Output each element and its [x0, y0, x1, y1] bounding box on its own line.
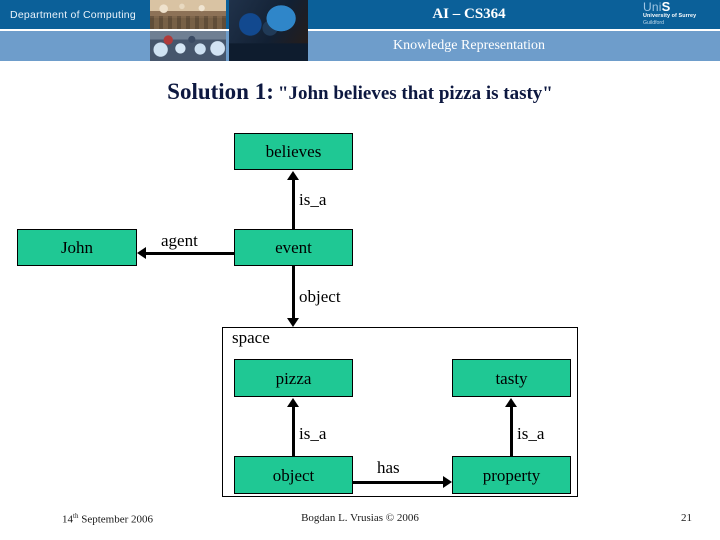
edge-label-object-has-property: has — [377, 458, 400, 477]
logo-location: Guildford — [643, 19, 665, 26]
node-tasty[interactable]: tasty — [452, 359, 571, 397]
node-tasty-label: tasty — [495, 368, 528, 388]
edge-line-event-isa-believes — [292, 179, 295, 229]
edge-label-event-agent-john: agent — [161, 231, 198, 250]
footer-author: Bogdan L. Vrusias © 2006 — [301, 512, 419, 524]
edge-line-object-has-property — [353, 481, 443, 484]
edge-line-event-agent-john — [146, 252, 234, 255]
node-property[interactable]: property — [452, 456, 571, 494]
node-event[interactable]: event — [234, 229, 353, 266]
logo-wordmark-prefix: Uni — [643, 0, 662, 14]
node-believes[interactable]: believes — [234, 133, 353, 170]
edge-line-property-isa-tasty — [510, 406, 513, 456]
edge-label-property-isa-tasty: is_a — [517, 424, 545, 443]
slide-canvas: Department of Computing AI – CS364 Knowl… — [0, 0, 720, 540]
department-label: Department of Computing — [10, 8, 136, 21]
node-john[interactable]: John — [17, 229, 137, 266]
edge-label-event-isa-believes: is_a — [299, 190, 327, 209]
header-dept-light-block — [0, 31, 148, 61]
university-logo: UniS University of Surrey Guildford — [632, 0, 720, 29]
node-pizza[interactable]: pizza — [234, 359, 353, 397]
edge-label-event-object-space: object — [299, 287, 341, 306]
footer-page-number: 21 — [681, 512, 692, 524]
edge-line-event-object-space — [292, 266, 295, 319]
node-john-label: John — [60, 238, 94, 257]
slide-title: Solution 1: "John believes that pizza is… — [0, 79, 720, 105]
node-object[interactable]: object — [234, 456, 353, 494]
arrowhead-object-has-property — [443, 476, 452, 488]
computer-lab-photo — [150, 31, 226, 61]
slide-title-lead: Solution 1: — [167, 79, 274, 104]
node-believes-label: believes — [265, 142, 322, 161]
arrowhead-event-isa-believes — [287, 171, 299, 180]
node-event-label: event — [275, 238, 312, 257]
container-space-label: space — [232, 328, 270, 347]
arrowhead-property-isa-tasty — [505, 398, 517, 407]
arrowhead-event-agent-john — [137, 247, 146, 259]
edge-label-object-isa-pizza: is_a — [299, 424, 327, 443]
arrowhead-object-isa-pizza — [287, 398, 299, 407]
edge-line-object-isa-pizza — [292, 406, 295, 456]
slide-title-rest: "John believes that pizza is tasty" — [277, 83, 553, 104]
node-pizza-label: pizza — [275, 368, 312, 388]
logo-light-block — [632, 31, 720, 61]
arrowhead-event-object-space — [287, 318, 299, 327]
node-property-label: property — [482, 465, 541, 485]
header-photo-strip — [148, 0, 310, 61]
slide-footer: 14th September 2006 Bogdan L. Vrusias © … — [0, 512, 720, 532]
logo-wordmark: UniS — [643, 0, 720, 14]
students-laptop-photo — [229, 0, 308, 61]
course-topic-label: Knowledge Representation — [392, 38, 545, 53]
node-object-label: object — [272, 465, 315, 485]
slide-header: Department of Computing AI – CS364 Knowl… — [0, 0, 720, 62]
course-code-label: AI – CS364 — [432, 6, 506, 22]
logo-wordmark-suffix: S — [661, 0, 671, 14]
lecture-hall-photo — [150, 0, 226, 29]
